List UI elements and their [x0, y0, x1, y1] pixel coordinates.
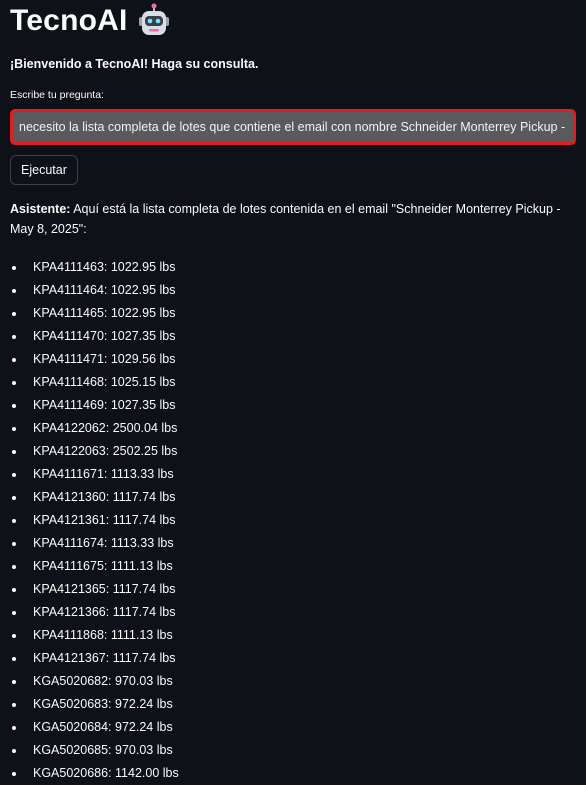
list-item: KPA4111471: 1029.56 lbs	[10, 348, 576, 371]
lot-id: KPA4121365:	[33, 582, 110, 596]
lot-id: KPA4111674:	[33, 536, 108, 550]
list-item: KGA5020685: 970.03 lbs	[10, 739, 576, 762]
lot-weight: 2502.25 lbs	[109, 444, 178, 458]
lot-id: KPA4122063:	[33, 444, 110, 458]
app-container: TecnoAI ¡Bienvenido a TecnoAI! Haga su c…	[0, 0, 586, 785]
list-item: KGA5020682: 970.03 lbs	[10, 670, 576, 693]
list-item: KPA4111465: 1022.95 lbs	[10, 302, 576, 325]
list-item: KGA5020683: 972.24 lbs	[10, 693, 576, 716]
list-item: KPA4111469: 1027.35 lbs	[10, 394, 576, 417]
lot-weight: 1117.74 lbs	[109, 582, 176, 596]
lot-weight: 1117.74 lbs	[109, 513, 176, 527]
list-item: KPA4121365: 1117.74 lbs	[10, 578, 576, 601]
lot-id: KPA4111469:	[33, 398, 108, 412]
list-item: KPA4111671: 1113.33 lbs	[10, 463, 576, 486]
list-item: KGA5020684: 972.24 lbs	[10, 716, 576, 739]
question-input[interactable]	[13, 120, 573, 134]
execute-button[interactable]: Ejecutar	[10, 155, 78, 185]
lot-weight: 1113.33 lbs	[107, 467, 174, 481]
lot-id: KPA4111470:	[33, 329, 108, 343]
assistant-answer-text: Aquí está la lista completa de lotes con…	[10, 202, 561, 236]
list-item: KPA4111675: 1111.13 lbs	[10, 555, 576, 578]
lot-id: KPA4111468:	[33, 375, 108, 389]
lot-id: KPA4111465:	[33, 306, 108, 320]
lot-weight: 1117.74 lbs	[109, 490, 176, 504]
lot-weight: 1022.95 lbs	[107, 306, 176, 320]
lot-id: KGA5020683:	[33, 697, 112, 711]
lot-weight: 1022.95 lbs	[107, 260, 176, 274]
header: TecnoAI	[10, 0, 576, 42]
lot-weight: 972.24 lbs	[111, 720, 173, 734]
lot-id: KGA5020684:	[33, 720, 112, 734]
lot-weight: 1027.35 lbs	[107, 398, 176, 412]
lot-weight: 2500.04 lbs	[109, 421, 178, 435]
lot-id: KPA4111471:	[33, 352, 108, 366]
lot-id: KGA5020682:	[33, 674, 112, 688]
question-field-wrapper	[10, 109, 576, 145]
list-item: KPA4111868: 1111.13 lbs	[10, 624, 576, 647]
lot-weight: 1027.35 lbs	[107, 329, 176, 343]
lot-weight: 1025.15 lbs	[107, 375, 176, 389]
lot-id: KPA4111675:	[33, 559, 108, 573]
lot-id: KPA4121367:	[33, 651, 110, 665]
lot-weight: 1113.33 lbs	[107, 536, 174, 550]
lot-id: KPA4111671:	[33, 467, 108, 481]
list-item: KPA4121366: 1117.74 lbs	[10, 601, 576, 624]
lot-weight: 1142.00 lbs	[111, 766, 179, 780]
lot-id: KPA4121361:	[33, 513, 110, 527]
app-title: TecnoAI	[10, 4, 128, 37]
lot-id: KGA5020685:	[33, 743, 112, 757]
list-item: KPA4111674: 1113.33 lbs	[10, 532, 576, 555]
lot-id: KPA4121366:	[33, 605, 110, 619]
lot-weight: 970.03 lbs	[111, 743, 173, 757]
lot-id: KPA4111463:	[33, 260, 108, 274]
lot-weight: 972.24 lbs	[111, 697, 173, 711]
lot-weight: 1117.74 lbs	[109, 605, 176, 619]
lot-weight: 970.03 lbs	[111, 674, 173, 688]
lot-id: KPA4111464:	[33, 283, 108, 297]
lot-id: KPA4111868:	[33, 628, 108, 642]
lot-id: KPA4121360:	[33, 490, 110, 504]
assistant-label: Asistente:	[10, 202, 71, 216]
assistant-answer: Asistente: Aquí está la lista completa d…	[10, 199, 576, 239]
lot-id: KPA4122062:	[33, 421, 110, 435]
list-item: KPA4121367: 1117.74 lbs	[10, 647, 576, 670]
list-item: KPA4121361: 1117.74 lbs	[10, 509, 576, 532]
lot-weight: 1111.13 lbs	[107, 628, 173, 642]
lot-list: KPA4111463: 1022.95 lbs KPA4111464: 1022…	[10, 256, 576, 785]
question-label: Escribe tu pregunta:	[10, 89, 104, 101]
lot-weight: 1111.13 lbs	[107, 559, 173, 573]
list-item: KPA4111470: 1027.35 lbs	[10, 325, 576, 348]
lot-weight: 1117.74 lbs	[109, 651, 176, 665]
welcome-message: ¡Bienvenido a TecnoAI! Haga su consulta.	[10, 57, 259, 71]
list-item: KPA4111464: 1022.95 lbs	[10, 279, 576, 302]
list-item: KPA4122063: 2502.25 lbs	[10, 440, 576, 463]
lot-weight: 1029.56 lbs	[107, 352, 176, 366]
lot-weight: 1022.95 lbs	[107, 283, 176, 297]
list-item: KPA4111468: 1025.15 lbs	[10, 371, 576, 394]
robot-icon	[136, 3, 172, 39]
list-item: KPA4122062: 2500.04 lbs	[10, 417, 576, 440]
list-item: KPA4111463: 1022.95 lbs	[10, 256, 576, 279]
list-item: KPA4121360: 1117.74 lbs	[10, 486, 576, 509]
lot-id: KGA5020686:	[33, 766, 112, 780]
